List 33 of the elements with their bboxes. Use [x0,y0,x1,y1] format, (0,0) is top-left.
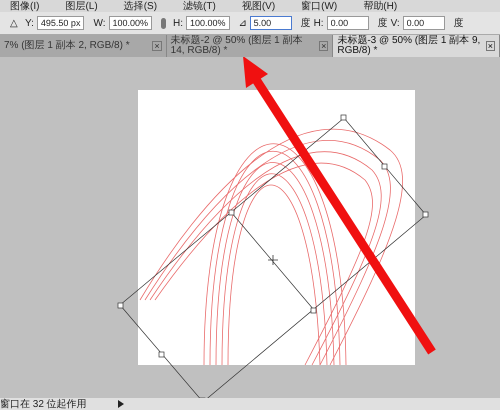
menu-item[interactable]: 帮助(H) [363,0,398,12]
close-icon[interactable]: × [319,41,328,51]
unit-label: 度 [454,16,464,30]
field-label: W: [93,18,106,28]
unit-label: 度 [378,16,388,30]
menu-item[interactable]: 图层(L) [65,0,98,12]
field-label: Y: [25,18,34,28]
unit-label: 度 [300,16,311,30]
field-label: H: [173,18,184,28]
menu-item[interactable]: 窗口(W) [301,0,338,12]
link-icon[interactable] [161,18,166,28]
menu-item[interactable]: 视图(V) [242,0,276,12]
input-field[interactable]: 0.00 [326,16,369,30]
close-icon[interactable]: × [152,41,162,51]
status-text: 窗口在 32 位起作用 [0,398,87,410]
arrow-icon[interactable] [116,400,125,408]
input-field[interactable]: 100.00% [186,16,230,30]
document-tab[interactable]: 7% (图层 1 副本 2, RGB/8) * × [0,35,167,57]
field-label: V: [390,18,400,28]
menu-item[interactable]: 滤镜(T) [183,0,216,12]
angle-icon: ⊿ [238,17,247,29]
input-field[interactable]: 495.50 px [36,16,84,30]
input-field[interactable]: 0.00 [402,16,445,30]
menu-item[interactable]: 选择(S) [124,0,158,12]
input-field[interactable]: 100.00% [108,16,152,30]
close-icon[interactable]: × [486,41,496,51]
menu-item[interactable]: 图像(I) [10,0,40,12]
triangle-icon: △ [10,17,18,29]
crosshair-icon [268,254,278,266]
transform-box[interactable] [118,114,428,398]
document-tab[interactable]: 未标题-2 @ 50% (图层 1 副本 14, RGB/8) * × [166,35,334,57]
input-field[interactable]: 5.00 [250,16,292,30]
field-label: H: [314,18,324,28]
